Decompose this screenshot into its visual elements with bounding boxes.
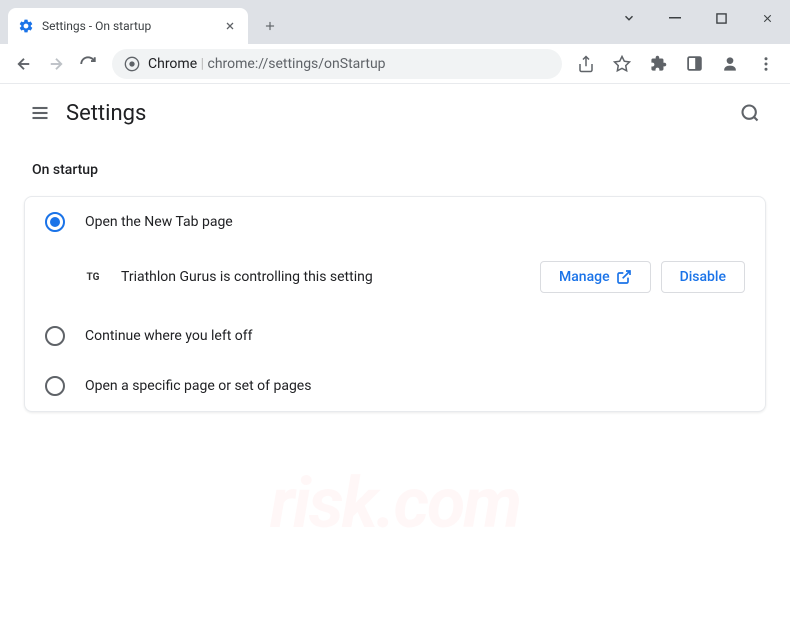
option-continue[interactable]: Continue where you left off	[25, 311, 765, 361]
title-bar: Settings - On startup	[0, 0, 790, 44]
extension-notice: TG Triathlon Gurus is controlling this s…	[25, 247, 765, 311]
external-link-icon	[616, 269, 632, 285]
startup-section: On startup Open the New Tab page TG Tria…	[0, 162, 790, 412]
extensions-icon[interactable]	[642, 48, 674, 80]
address-bar[interactable]: Chrome | chrome://settings/onStartup	[112, 49, 562, 79]
manage-label: Manage	[559, 269, 610, 285]
gear-icon	[18, 18, 34, 34]
disable-button[interactable]: Disable	[661, 261, 745, 293]
search-icon[interactable]	[730, 93, 770, 133]
forward-button[interactable]	[40, 48, 72, 80]
close-icon[interactable]	[222, 18, 238, 34]
options-card: Open the New Tab page TG Triathlon Gurus…	[24, 196, 766, 412]
new-tab-button[interactable]	[256, 12, 284, 40]
chrome-icon	[124, 56, 140, 72]
settings-header: Settings	[0, 84, 790, 142]
toolbar-actions	[570, 48, 782, 80]
sidepanel-icon[interactable]	[678, 48, 710, 80]
radio-unselected[interactable]	[45, 376, 65, 396]
disable-label: Disable	[680, 269, 726, 285]
maximize-button[interactable]	[698, 0, 744, 36]
watermark-sub: risk.com	[270, 463, 520, 545]
extension-icon: TG	[83, 267, 103, 287]
option-label: Open the New Tab page	[85, 214, 233, 230]
chevron-down-icon[interactable]	[606, 0, 652, 36]
manage-button[interactable]: Manage	[540, 261, 651, 293]
browser-tab[interactable]: Settings - On startup	[8, 8, 248, 44]
share-icon[interactable]	[570, 48, 602, 80]
option-new-tab[interactable]: Open the New Tab page	[25, 197, 765, 247]
close-window-button[interactable]	[744, 0, 790, 36]
hamburger-icon[interactable]	[20, 93, 60, 133]
radio-selected[interactable]	[45, 212, 65, 232]
radio-unselected[interactable]	[45, 326, 65, 346]
minimize-button[interactable]	[652, 0, 698, 36]
window-controls	[606, 0, 790, 36]
settings-content: Settings On startup Open the New Tab pag…	[0, 84, 790, 412]
page-title: Settings	[66, 101, 146, 126]
option-specific-pages[interactable]: Open a specific page or set of pages	[25, 361, 765, 411]
reload-button[interactable]	[72, 48, 104, 80]
extension-buttons: Manage Disable	[540, 261, 745, 293]
option-label: Continue where you left off	[85, 328, 253, 344]
extension-message: Triathlon Gurus is controlling this sett…	[121, 269, 540, 285]
option-label: Open a specific page or set of pages	[85, 378, 311, 394]
tab-title: Settings - On startup	[42, 19, 222, 33]
profile-icon[interactable]	[714, 48, 746, 80]
back-button[interactable]	[8, 48, 40, 80]
menu-icon[interactable]	[750, 48, 782, 80]
toolbar: Chrome | chrome://settings/onStartup	[0, 44, 790, 84]
section-title: On startup	[32, 162, 766, 178]
bookmark-icon[interactable]	[606, 48, 638, 80]
omnibox-text: Chrome | chrome://settings/onStartup	[148, 56, 386, 72]
